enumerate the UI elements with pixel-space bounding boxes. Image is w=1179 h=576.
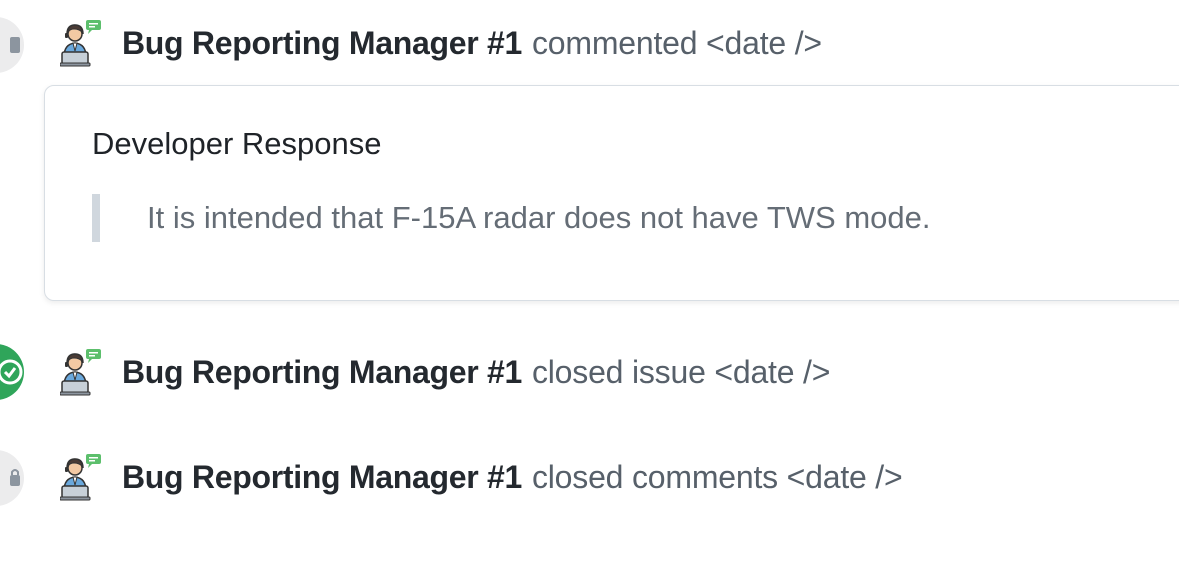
event-actor[interactable]: Bug Reporting Manager #1 [122, 459, 522, 496]
timeline-event-closed-comments: Bug Reporting Manager #1 closed comments… [60, 449, 903, 505]
event-action: closed issue <date /> [531, 353, 831, 390]
timeline-event-commented: Bug Reporting Manager #1 commented <date… [60, 15, 822, 71]
support-agent-avatar-icon[interactable] [60, 348, 102, 396]
check-circle-icon [0, 359, 23, 385]
event-action: closed comments <date /> [531, 458, 903, 495]
comment-blockquote: It is intended that F-15A radar does not… [92, 194, 930, 242]
issue-timeline: Bug Reporting Manager #1 commented <date… [0, 0, 1179, 576]
event-actor[interactable]: Bug Reporting Manager #1 [122, 354, 522, 391]
event-actor[interactable]: Bug Reporting Manager #1 [122, 25, 522, 62]
timeline-badge-comment [0, 17, 24, 73]
comment-icon [10, 37, 20, 53]
event-action: commented <date /> [531, 24, 822, 61]
support-agent-avatar-icon[interactable] [60, 19, 102, 67]
timeline-badge-closed [0, 344, 24, 400]
timeline-badge-locked [0, 450, 24, 506]
lock-icon [10, 469, 20, 486]
comment-card: Developer Response It is intended that F… [44, 85, 1179, 301]
timeline-event-closed-issue: Bug Reporting Manager #1 closed issue <d… [60, 344, 830, 400]
comment-heading: Developer Response [92, 126, 382, 161]
support-agent-avatar-icon[interactable] [60, 453, 102, 501]
